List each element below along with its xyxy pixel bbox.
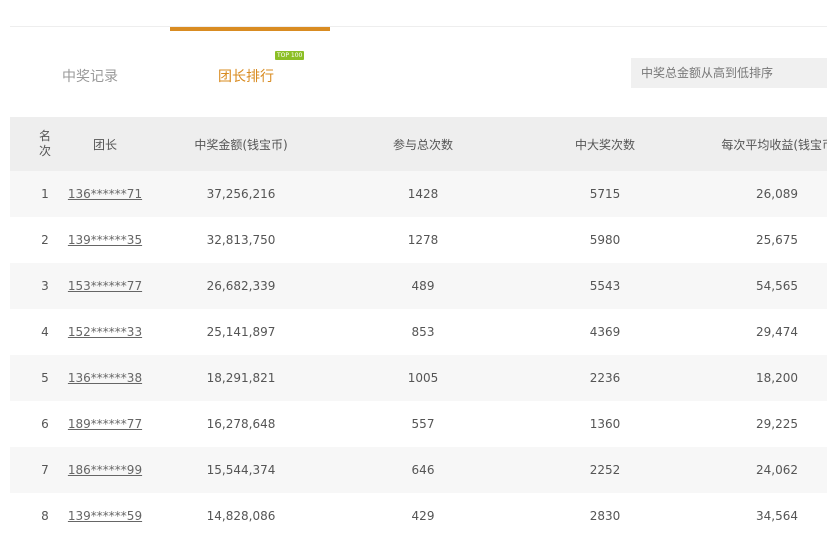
table-row: 1 136******71 37,256,216 1428 5715 26,08… [10, 171, 827, 217]
tab-winning-records[interactable]: 中奖记录 [62, 66, 118, 86]
total-cell: 853 [411, 325, 435, 339]
leader-link[interactable]: 152******33 [68, 325, 142, 339]
leader-link[interactable]: 139******59 [68, 509, 142, 523]
total-cell: 1278 [407, 233, 439, 247]
avg-cell: 25,675 [756, 233, 798, 247]
header-total: 参与总次数 [392, 137, 453, 152]
rank-cell: 5 [41, 371, 49, 385]
rank-cell: 1 [41, 187, 49, 201]
amount-cell: 32,813,750 [206, 233, 276, 247]
avg-cell: 29,474 [756, 325, 798, 339]
rank-cell: 2 [41, 233, 49, 247]
table-row: 4 152******33 25,141,897 853 4369 29,474 [10, 309, 827, 355]
table-row: 7 186******99 15,544,374 646 2252 24,062 [10, 447, 827, 493]
table-row: 6 189******77 16,278,648 557 1360 29,225 [10, 401, 827, 447]
total-cell: 557 [411, 417, 435, 431]
header-rank-line1: 名 [38, 129, 51, 143]
header-rank: 名 次 [20, 117, 70, 171]
amount-cell: 14,828,086 [206, 509, 276, 523]
avg-cell: 29,225 [756, 417, 798, 431]
big-wins-cell: 1360 [589, 417, 621, 431]
header-big-wins: 中大奖次数 [574, 137, 635, 152]
avg-cell: 54,565 [756, 279, 798, 293]
table-row: 5 136******38 18,291,821 1005 2236 18,20… [10, 355, 827, 401]
active-tab-indicator [170, 27, 330, 31]
sort-dropdown[interactable]: 中奖总金额从高到低排序 [631, 58, 827, 88]
total-cell: 1428 [407, 187, 439, 201]
leader-link[interactable]: 136******71 [68, 187, 142, 201]
table-row: 3 153******77 26,682,339 489 5543 54,565 [10, 263, 827, 309]
avg-cell: 34,564 [756, 509, 798, 523]
table-header: 名 次 团长 中奖金额(钱宝币) 参与总次数 中大奖次数 每次平均收益(钱宝币) [10, 117, 827, 171]
total-cell: 646 [411, 463, 435, 477]
tab-leader-ranking[interactable]: 团长排行 [218, 66, 274, 86]
top-divider [10, 26, 827, 27]
leader-link[interactable]: 153******77 [68, 279, 142, 293]
rank-cell: 7 [41, 463, 49, 477]
rank-cell: 8 [41, 509, 49, 523]
ranking-table: 名 次 团长 中奖金额(钱宝币) 参与总次数 中大奖次数 每次平均收益(钱宝币)… [10, 117, 827, 539]
leader-link[interactable]: 186******99 [68, 463, 142, 477]
leader-link[interactable]: 189******77 [68, 417, 142, 431]
amount-cell: 25,141,897 [206, 325, 276, 339]
total-cell: 429 [411, 509, 435, 523]
total-cell: 1005 [407, 371, 439, 385]
header-avg: 每次平均收益(钱宝币) [721, 137, 827, 152]
leader-link[interactable]: 136******38 [68, 371, 142, 385]
header-rank-line2: 次 [38, 144, 51, 158]
amount-cell: 18,291,821 [206, 371, 276, 385]
big-wins-cell: 2830 [589, 509, 621, 523]
leader-link[interactable]: 139******35 [68, 233, 142, 247]
top100-badge: TOP 100 [275, 51, 305, 60]
big-wins-cell: 2252 [589, 463, 621, 477]
big-wins-cell: 5980 [589, 233, 621, 247]
amount-cell: 26,682,339 [206, 279, 276, 293]
avg-cell: 26,089 [756, 187, 798, 201]
rank-cell: 4 [41, 325, 49, 339]
header-leader: 团长 [92, 137, 117, 152]
amount-cell: 15,544,374 [206, 463, 276, 477]
header-amount: 中奖金额(钱宝币) [194, 137, 288, 152]
amount-cell: 37,256,216 [206, 187, 276, 201]
big-wins-cell: 5543 [589, 279, 621, 293]
total-cell: 489 [411, 279, 435, 293]
avg-cell: 24,062 [756, 463, 798, 477]
big-wins-cell: 2236 [589, 371, 621, 385]
table-row: 2 139******35 32,813,750 1278 5980 25,67… [10, 217, 827, 263]
table-row: 8 139******59 14,828,086 429 2830 34,564 [10, 493, 827, 539]
big-wins-cell: 4369 [589, 325, 621, 339]
rank-cell: 6 [41, 417, 49, 431]
amount-cell: 16,278,648 [206, 417, 276, 431]
big-wins-cell: 5715 [589, 187, 621, 201]
avg-cell: 18,200 [756, 371, 798, 385]
rank-cell: 3 [41, 279, 49, 293]
